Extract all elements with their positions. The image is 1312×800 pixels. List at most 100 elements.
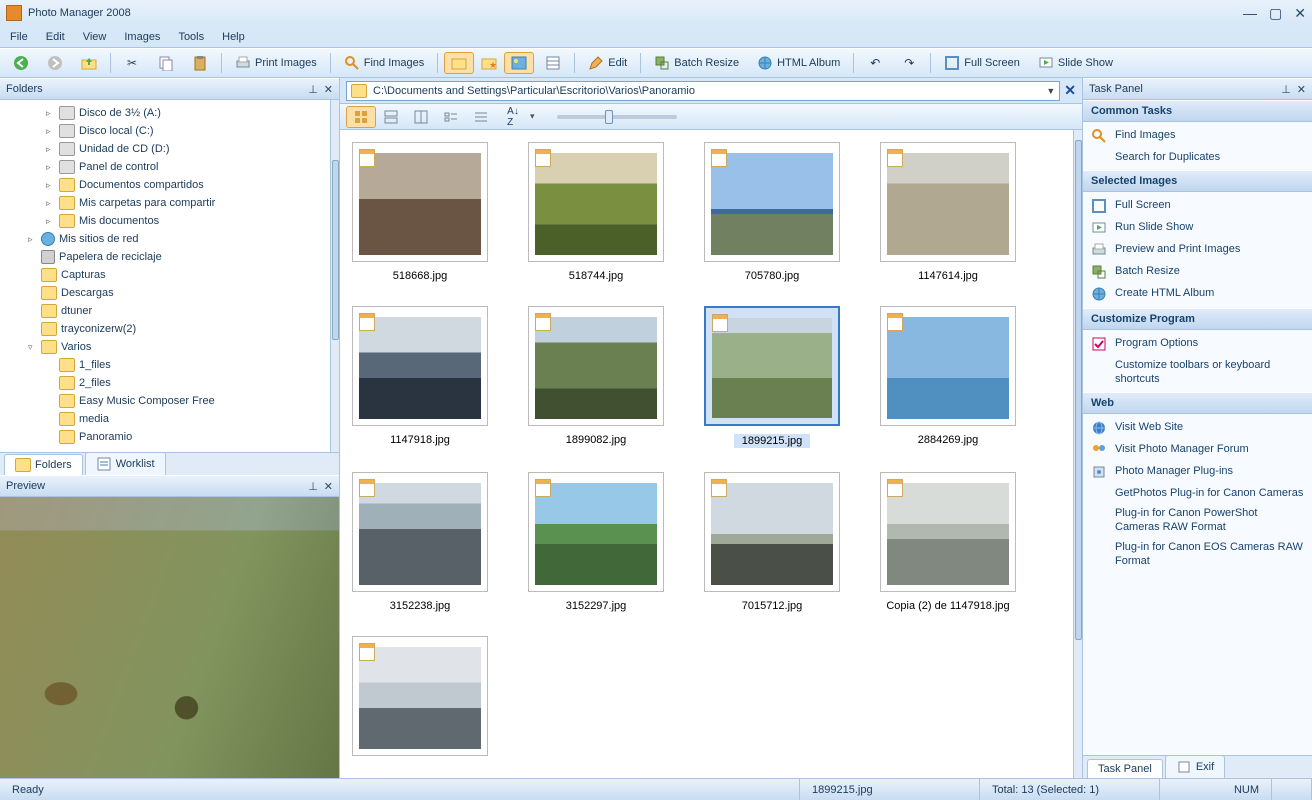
undo-button[interactable]: ↶ [860,52,890,74]
maximize-button[interactable]: ▢ [1269,5,1282,22]
tree-item[interactable]: ▹Mis sitios de red [0,230,330,248]
tree-item[interactable]: Panoramio [0,428,330,446]
task-item[interactable]: Search for Duplicates [1091,150,1304,164]
expand-icon[interactable]: ▹ [46,108,55,119]
copy-button[interactable] [151,52,181,74]
address-input[interactable]: C:\Documents and Settings\Particular\Esc… [346,81,1060,101]
thumbnail-item[interactable]: 1147614.jpg [878,142,1018,282]
tree-item[interactable]: ▹Disco local (C:) [0,122,330,140]
close-panel-icon[interactable]: ✕ [324,83,333,96]
view-folder-button[interactable] [444,52,474,74]
pin-icon[interactable]: ⊥ [308,480,318,493]
fullscreen-button[interactable]: Full Screen [937,52,1027,74]
expand-icon[interactable]: ▹ [46,180,55,191]
tree-item[interactable]: Papelera de reciclaje [0,248,330,266]
view-small-button[interactable] [436,106,466,128]
task-item[interactable]: Customize toolbars or keyboard shortcuts [1091,358,1304,386]
task-item[interactable]: Preview and Print Images [1091,242,1304,258]
preview-image[interactable] [0,497,339,778]
task-item[interactable]: Visit Web Site [1091,420,1304,436]
forward-button[interactable] [40,52,70,74]
tree-scrollbar[interactable] [330,100,339,452]
menu-tools[interactable]: Tools [178,31,204,43]
address-dropdown-icon[interactable]: ▼ [1046,86,1055,96]
task-item[interactable]: Program Options [1091,336,1304,352]
html-album-button[interactable]: HTML Album [750,52,847,74]
tree-item[interactable]: media [0,410,330,428]
batch-resize-button[interactable]: Batch Resize [647,52,746,74]
pin-icon[interactable]: ⊥ [1281,83,1291,96]
view-image-button[interactable] [504,52,534,74]
expand-icon[interactable]: ▹ [46,198,55,209]
thumbnail-item[interactable]: 518744.jpg [526,142,666,282]
tab-exif[interactable]: Exif [1165,755,1225,778]
tree-item[interactable]: ▹Mis carpetas para compartir [0,194,330,212]
task-item[interactable]: Find Images [1091,128,1304,144]
tree-item[interactable]: ▿Varios [0,338,330,356]
task-item[interactable]: Plug-in for Canon EOS Cameras RAW Format [1091,540,1304,568]
close-button[interactable]: ✕ [1294,5,1306,22]
view-list-button[interactable] [538,52,568,74]
tree-item[interactable]: ▹Unidad de CD (D:) [0,140,330,158]
task-item[interactable]: Batch Resize [1091,264,1304,280]
thumb-size-slider[interactable] [557,115,677,119]
redo-button[interactable]: ↷ [894,52,924,74]
sort-button[interactable]: A↓Z [498,106,528,128]
folder-tree[interactable]: ▹Disco de 3½ (A:)▹Disco local (C:)▹Unida… [0,100,330,452]
tab-task-panel[interactable]: Task Panel [1087,759,1163,778]
close-address-icon[interactable]: ✕ [1064,82,1076,99]
thumbnail-item[interactable]: 518668.jpg [350,142,490,282]
thumbnail-item[interactable]: Copia (2) de 1147918.jpg [878,472,1018,612]
view-thumbs-button[interactable] [346,106,376,128]
tab-worklist[interactable]: Worklist [85,452,166,475]
tree-item[interactable]: Capturas [0,266,330,284]
tree-item[interactable]: Descargas [0,284,330,302]
expand-icon[interactable]: ▹ [28,234,37,245]
menu-images[interactable]: Images [124,31,160,43]
tree-item[interactable]: ▹Panel de control [0,158,330,176]
expand-icon[interactable]: ▹ [46,144,55,155]
thumbnail-item[interactable]: 1899082.jpg [526,306,666,448]
task-item[interactable]: Create HTML Album [1091,286,1304,302]
sort-dropdown-icon[interactable]: ▾ [530,111,535,122]
tree-item[interactable]: 2_files [0,374,330,392]
thumbnail-item[interactable]: 2884269.jpg [878,306,1018,448]
thumbnail-item[interactable]: 1899215.jpg [702,306,842,448]
thumbnail-item[interactable]: 1147918.jpg [350,306,490,448]
menu-help[interactable]: Help [222,31,245,43]
find-button[interactable]: Find Images [337,52,432,74]
edit-button[interactable]: Edit [581,52,634,74]
task-item[interactable]: Run Slide Show [1091,220,1304,236]
cut-button[interactable]: ✂ [117,52,147,74]
thumbs-scrollbar[interactable] [1073,130,1082,778]
tree-item[interactable]: ▹Documentos compartidos [0,176,330,194]
tab-folders[interactable]: Folders [4,454,83,475]
thumbnail-item[interactable]: 7015712.jpg [702,472,842,612]
minimize-button[interactable]: — [1243,5,1257,22]
view-newfolder-button[interactable]: ★ [474,52,504,74]
thumbnail-item[interactable]: 3152297.jpg [526,472,666,612]
task-item[interactable]: GetPhotos Plug-in for Canon Cameras [1091,486,1304,500]
tree-item[interactable]: trayconizerw(2) [0,320,330,338]
thumbnail-item[interactable]: 705780.jpg [702,142,842,282]
menu-edit[interactable]: Edit [46,31,65,43]
task-item[interactable]: Photo Manager Plug-ins [1091,464,1304,480]
task-item[interactable]: Visit Photo Manager Forum [1091,442,1304,458]
tree-item[interactable]: dtuner [0,302,330,320]
expand-icon[interactable]: ▿ [28,342,37,353]
back-button[interactable] [6,52,36,74]
view-tiles-button[interactable] [376,106,406,128]
close-panel-icon[interactable]: ✕ [1297,83,1306,96]
pin-icon[interactable]: ⊥ [308,83,318,96]
expand-icon[interactable]: ▹ [46,126,55,137]
expand-icon[interactable]: ▹ [46,162,55,173]
task-item[interactable]: Full Screen [1091,198,1304,214]
tree-item[interactable]: ▹Disco de 3½ (A:) [0,104,330,122]
up-button[interactable] [74,52,104,74]
print-button[interactable]: Print Images [228,52,324,74]
view-details-button[interactable] [466,106,496,128]
task-item[interactable]: Plug-in for Canon PowerShot Cameras RAW … [1091,506,1304,534]
tree-item[interactable]: Easy Music Composer Free [0,392,330,410]
paste-button[interactable] [185,52,215,74]
thumbnail-item[interactable]: 3152238.jpg [350,472,490,612]
